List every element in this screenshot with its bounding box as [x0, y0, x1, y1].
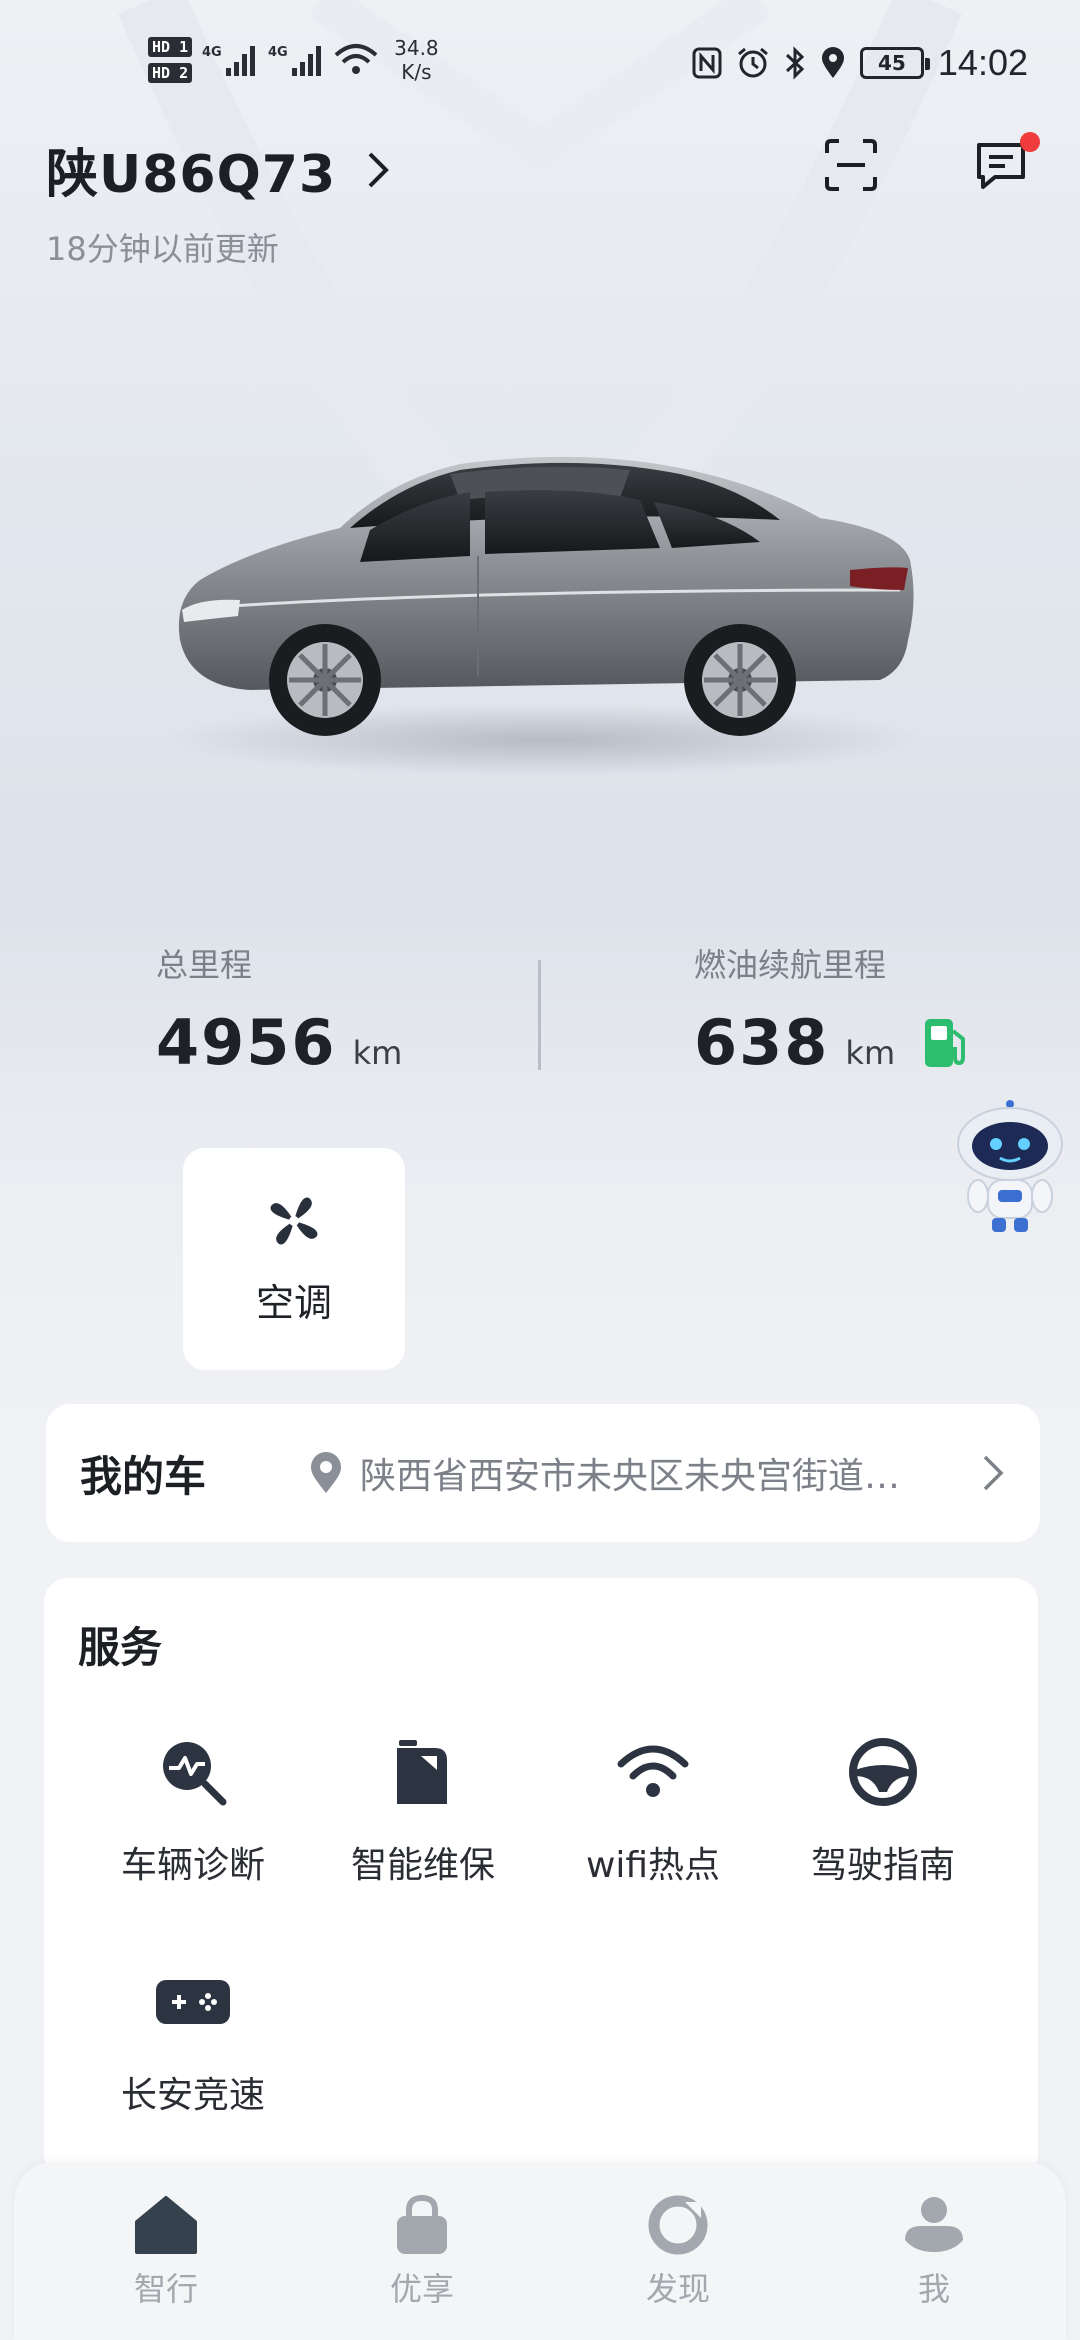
message-button[interactable] [966, 130, 1040, 200]
fuel-range-value: 638 [694, 1006, 830, 1079]
nav-label: 智行 [133, 2270, 198, 2308]
service-changan-racing[interactable]: 长安竞速 [78, 1960, 308, 2118]
svg-text:4G: 4G [268, 45, 288, 60]
chevron-right-icon [983, 1455, 1004, 1491]
service-smart-maintenance[interactable]: 智能维保 [308, 1730, 538, 1888]
stats-divider [538, 960, 541, 1070]
plate-selector[interactable]: 陕U86Q73 [46, 132, 392, 207]
status-bar: HD 1 HD 2 4G 4G 34.8 K/s 45 14:02 [0, 0, 1080, 130]
nav-enjoy[interactable]: 优享 [342, 2192, 502, 2310]
service-wifi-hotspot[interactable]: wifi热点 [538, 1730, 768, 1888]
battery-indicator: 45 [859, 47, 930, 79]
unread-badge [1020, 132, 1040, 152]
location-icon [821, 47, 844, 78]
signal-icon-2: 4G [268, 45, 322, 76]
service-label: 长安竞速 [120, 2075, 265, 2116]
ac-label: 空调 [255, 1280, 332, 1325]
net-speed: 34.8 K/s [394, 36, 439, 84]
services-title: 服务 [78, 1623, 163, 1672]
bluetooth-icon [785, 46, 805, 80]
home-icon [135, 2196, 197, 2254]
service-label: 驾驶指南 [810, 1845, 955, 1886]
alarm-icon [737, 47, 768, 78]
service-label: 智能维保 [350, 1845, 495, 1886]
fan-icon [270, 1196, 318, 1245]
my-car-title: 我的车 [80, 1451, 207, 1501]
status-left: HD 1 HD 2 4G 4G 34.8 K/s [148, 36, 439, 84]
bottom-navigation: 智行 优享 发现 我 [14, 2162, 1066, 2340]
vehicle-header: 陕U86Q73 18分钟以前更新 [46, 130, 1040, 280]
service-driving-guide[interactable]: 驾驶指南 [768, 1730, 998, 1888]
diagnosis-icon [151, 1730, 235, 1814]
mileage-stats: 总里程 4956 km 燃油续航里程 638 km [0, 940, 1080, 1080]
maintenance-icon [381, 1730, 465, 1814]
battery-level: 45 [877, 51, 906, 75]
total-mileage-unit: km [352, 1034, 403, 1072]
plate-number: 陕U86Q73 [46, 145, 337, 205]
assistant-robot-icon[interactable] [950, 1100, 1070, 1240]
nav-discover[interactable]: 发现 [598, 2192, 758, 2310]
scan-icon [825, 139, 877, 191]
hd1-badge: HD 1 [148, 37, 193, 57]
net-speed-unit: K/s [401, 60, 432, 84]
nav-smart-travel[interactable]: 智行 [86, 2192, 246, 2310]
nfc-icon [692, 47, 722, 79]
update-time: 18分钟以前更新 [46, 230, 279, 268]
bag-icon [397, 2194, 447, 2254]
wifi-status-icon [334, 44, 378, 74]
gamepad-icon [151, 1960, 235, 2044]
fuel-range: 燃油续航里程 638 km [694, 940, 971, 1079]
profile-icon [905, 2197, 963, 2252]
total-mileage-value: 4956 [156, 1006, 337, 1079]
hd2-badge: HD 2 [148, 63, 193, 83]
location-pin-icon [311, 1452, 341, 1493]
hd-badges: HD 1 HD 2 [148, 37, 193, 83]
svg-text:4G: 4G [202, 45, 222, 60]
chevron-right-icon [368, 152, 390, 187]
wifi-icon [611, 1730, 695, 1814]
service-label: 车辆诊断 [120, 1845, 265, 1886]
signal-icon: 4G [202, 45, 256, 76]
total-mileage: 总里程 4956 km [156, 940, 402, 1079]
steering-wheel-icon [841, 1730, 925, 1814]
nav-label: 发现 [645, 2270, 710, 2308]
discover-icon [648, 2195, 708, 2255]
nav-profile[interactable]: 我 [854, 2192, 1014, 2310]
net-speed-value: 34.8 [394, 36, 439, 60]
fuel-pump-icon [925, 1018, 966, 1067]
total-mileage-value-row: 4956 km [156, 1006, 402, 1079]
my-car-location: 陕西省西安市未央区未央宫街道… [308, 1447, 980, 1499]
fuel-range-value-row: 638 km [694, 1006, 971, 1079]
my-car-bar[interactable]: 我的车 陕西省西安市未央区未央宫街道… [46, 1404, 1040, 1542]
car-image[interactable] [160, 440, 930, 780]
scan-button[interactable] [816, 130, 886, 200]
header-actions [816, 130, 1040, 200]
nav-label: 我 [917, 2270, 950, 2308]
ac-button[interactable]: 空调 [183, 1148, 405, 1370]
status-right: 45 14:02 [692, 42, 1028, 84]
nav-label: 优享 [389, 2270, 454, 2308]
fuel-range-unit: km [845, 1034, 896, 1072]
status-time: 14:02 [937, 42, 1028, 83]
service-label: wifi热点 [585, 1845, 721, 1886]
service-vehicle-diagnosis[interactable]: 车辆诊断 [78, 1730, 308, 1888]
fuel-range-label: 燃油续航里程 [694, 946, 887, 984]
total-mileage-label: 总里程 [156, 946, 253, 984]
services-card: 服务 车辆诊断 智能维保 wifi热点 驾驶指南 长安竞速 [44, 1578, 1038, 2178]
location-text: 陕西省西安市未央区未央宫街道… [360, 1456, 901, 1497]
